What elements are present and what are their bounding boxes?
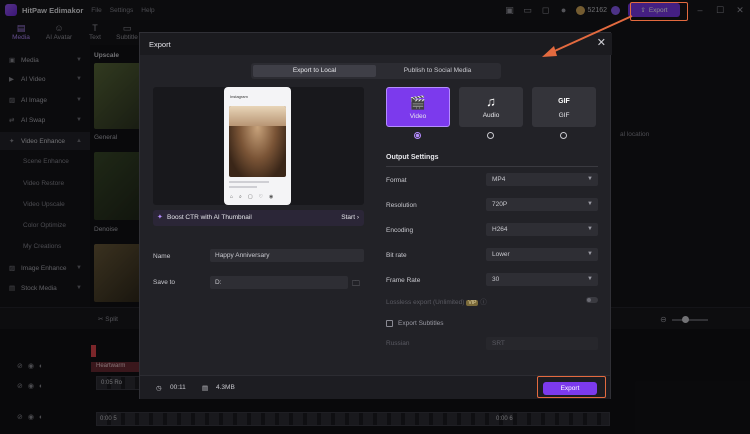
save-to-label: Save to xyxy=(153,279,176,286)
output-settings-title: Output Settings xyxy=(386,154,439,161)
chevron-down-icon: ▼ xyxy=(587,201,593,207)
boost-text: Boost CTR with AI Thumbnail xyxy=(167,214,252,221)
encoding-select[interactable]: H264 ▼ xyxy=(486,223,598,236)
phone-caption-line xyxy=(229,186,257,188)
tab-export-to-local[interactable]: Export to Local xyxy=(253,65,376,77)
arrow-annotation-icon xyxy=(542,15,633,57)
resolution-select[interactable]: 720P ▼ xyxy=(486,198,598,211)
encoding-label: Encoding xyxy=(386,227,414,234)
lossless-toggle[interactable] xyxy=(586,297,598,303)
format-audio[interactable]: ♫ Audio xyxy=(459,87,523,127)
name-input[interactable]: Happy Anniversary xyxy=(210,249,364,262)
clock-icon: ◷ xyxy=(156,385,162,392)
name-label: Name xyxy=(153,253,171,260)
subtitle-format-value: SRT xyxy=(492,340,505,347)
chevron-down-icon: ▼ xyxy=(587,276,593,282)
chevron-down-icon: ▼ xyxy=(587,226,593,232)
gif-icon: GIF xyxy=(558,98,570,105)
format-audio-radio[interactable] xyxy=(487,132,494,139)
file-size-icon: ▤ xyxy=(202,385,209,392)
format-video[interactable]: 🎬 Video xyxy=(386,87,450,127)
bit-rate-select[interactable]: Lower ▼ xyxy=(486,248,598,261)
highlight-export-button xyxy=(537,376,606,398)
divider xyxy=(386,166,598,167)
resolution-value: 720P xyxy=(492,201,508,208)
export-tabs: Export to Local Publish to Social Media xyxy=(251,63,501,79)
video-icon: 🎬 xyxy=(409,95,427,110)
chevron-down-icon: ▼ xyxy=(587,176,593,182)
format-audio-label: Audio xyxy=(482,112,500,119)
phone-mockup: Instagram ⌂⌕▢♡◉ xyxy=(224,87,291,205)
duration: 00:11 xyxy=(170,384,186,391)
save-to-input[interactable]: D: xyxy=(210,276,348,289)
format-video-label: Video xyxy=(409,113,427,120)
frame-rate-value: 30 xyxy=(492,276,500,283)
export-dialog: Export ✕ Export to Local Publish to Soci… xyxy=(139,32,612,399)
encoding-value: H264 xyxy=(492,226,508,233)
format-value: MP4 xyxy=(492,176,506,183)
subtitle-format-select[interactable]: SRT xyxy=(486,337,598,350)
phone-header: Instagram xyxy=(230,94,248,99)
format-label: Format xyxy=(386,177,407,184)
bit-rate-label: Bit rate xyxy=(386,252,407,259)
bit-rate-value: Lower xyxy=(492,251,510,258)
folder-icon[interactable]: 🗀 xyxy=(352,278,360,292)
export-subtitles-checkbox[interactable] xyxy=(386,320,393,327)
boost-start-label: Start xyxy=(341,214,356,221)
format-select[interactable]: MP4 ▼ xyxy=(486,173,598,186)
export-dialog-title: Export xyxy=(149,40,171,49)
boost-start-button[interactable]: Start › xyxy=(341,214,359,221)
export-subtitles-label: Export Subtitles xyxy=(398,320,444,327)
vip-badge: VIP xyxy=(466,300,479,306)
chevron-down-icon: ▼ xyxy=(587,251,593,257)
format-gif[interactable]: GIF GIF xyxy=(532,87,596,127)
subtitle-language-label: Russian xyxy=(386,340,410,347)
boost-ctr-banner[interactable]: ✦ Boost CTR with AI Thumbnail Start › xyxy=(153,210,364,226)
highlight-top-export xyxy=(630,2,688,21)
format-gif-radio[interactable] xyxy=(560,132,567,139)
frame-rate-select[interactable]: 30 ▼ xyxy=(486,273,598,286)
tab-publish-to-social-media[interactable]: Publish to Social Media xyxy=(376,65,499,77)
file-size: 4.3MB xyxy=(216,384,235,391)
music-note-icon: ♫ xyxy=(486,94,496,109)
format-video-radio[interactable] xyxy=(414,132,421,139)
lossless-export-label: Lossless export (Unlimited) VIP ⓘ xyxy=(386,299,487,306)
phone-caption-line xyxy=(229,181,269,183)
format-gif-label: GIF xyxy=(558,112,570,119)
frame-rate-label: Frame Rate xyxy=(386,277,421,284)
sparkle-icon: ✦ xyxy=(157,214,163,221)
export-preview: Instagram ⌂⌕▢♡◉ xyxy=(153,87,364,205)
lossless-text: Lossless export (Unlimited) xyxy=(386,299,465,306)
phone-nav-icons: ⌂⌕▢♡◉ xyxy=(230,194,280,200)
resolution-label: Resolution xyxy=(386,202,417,209)
preview-photo-sky xyxy=(229,106,286,126)
